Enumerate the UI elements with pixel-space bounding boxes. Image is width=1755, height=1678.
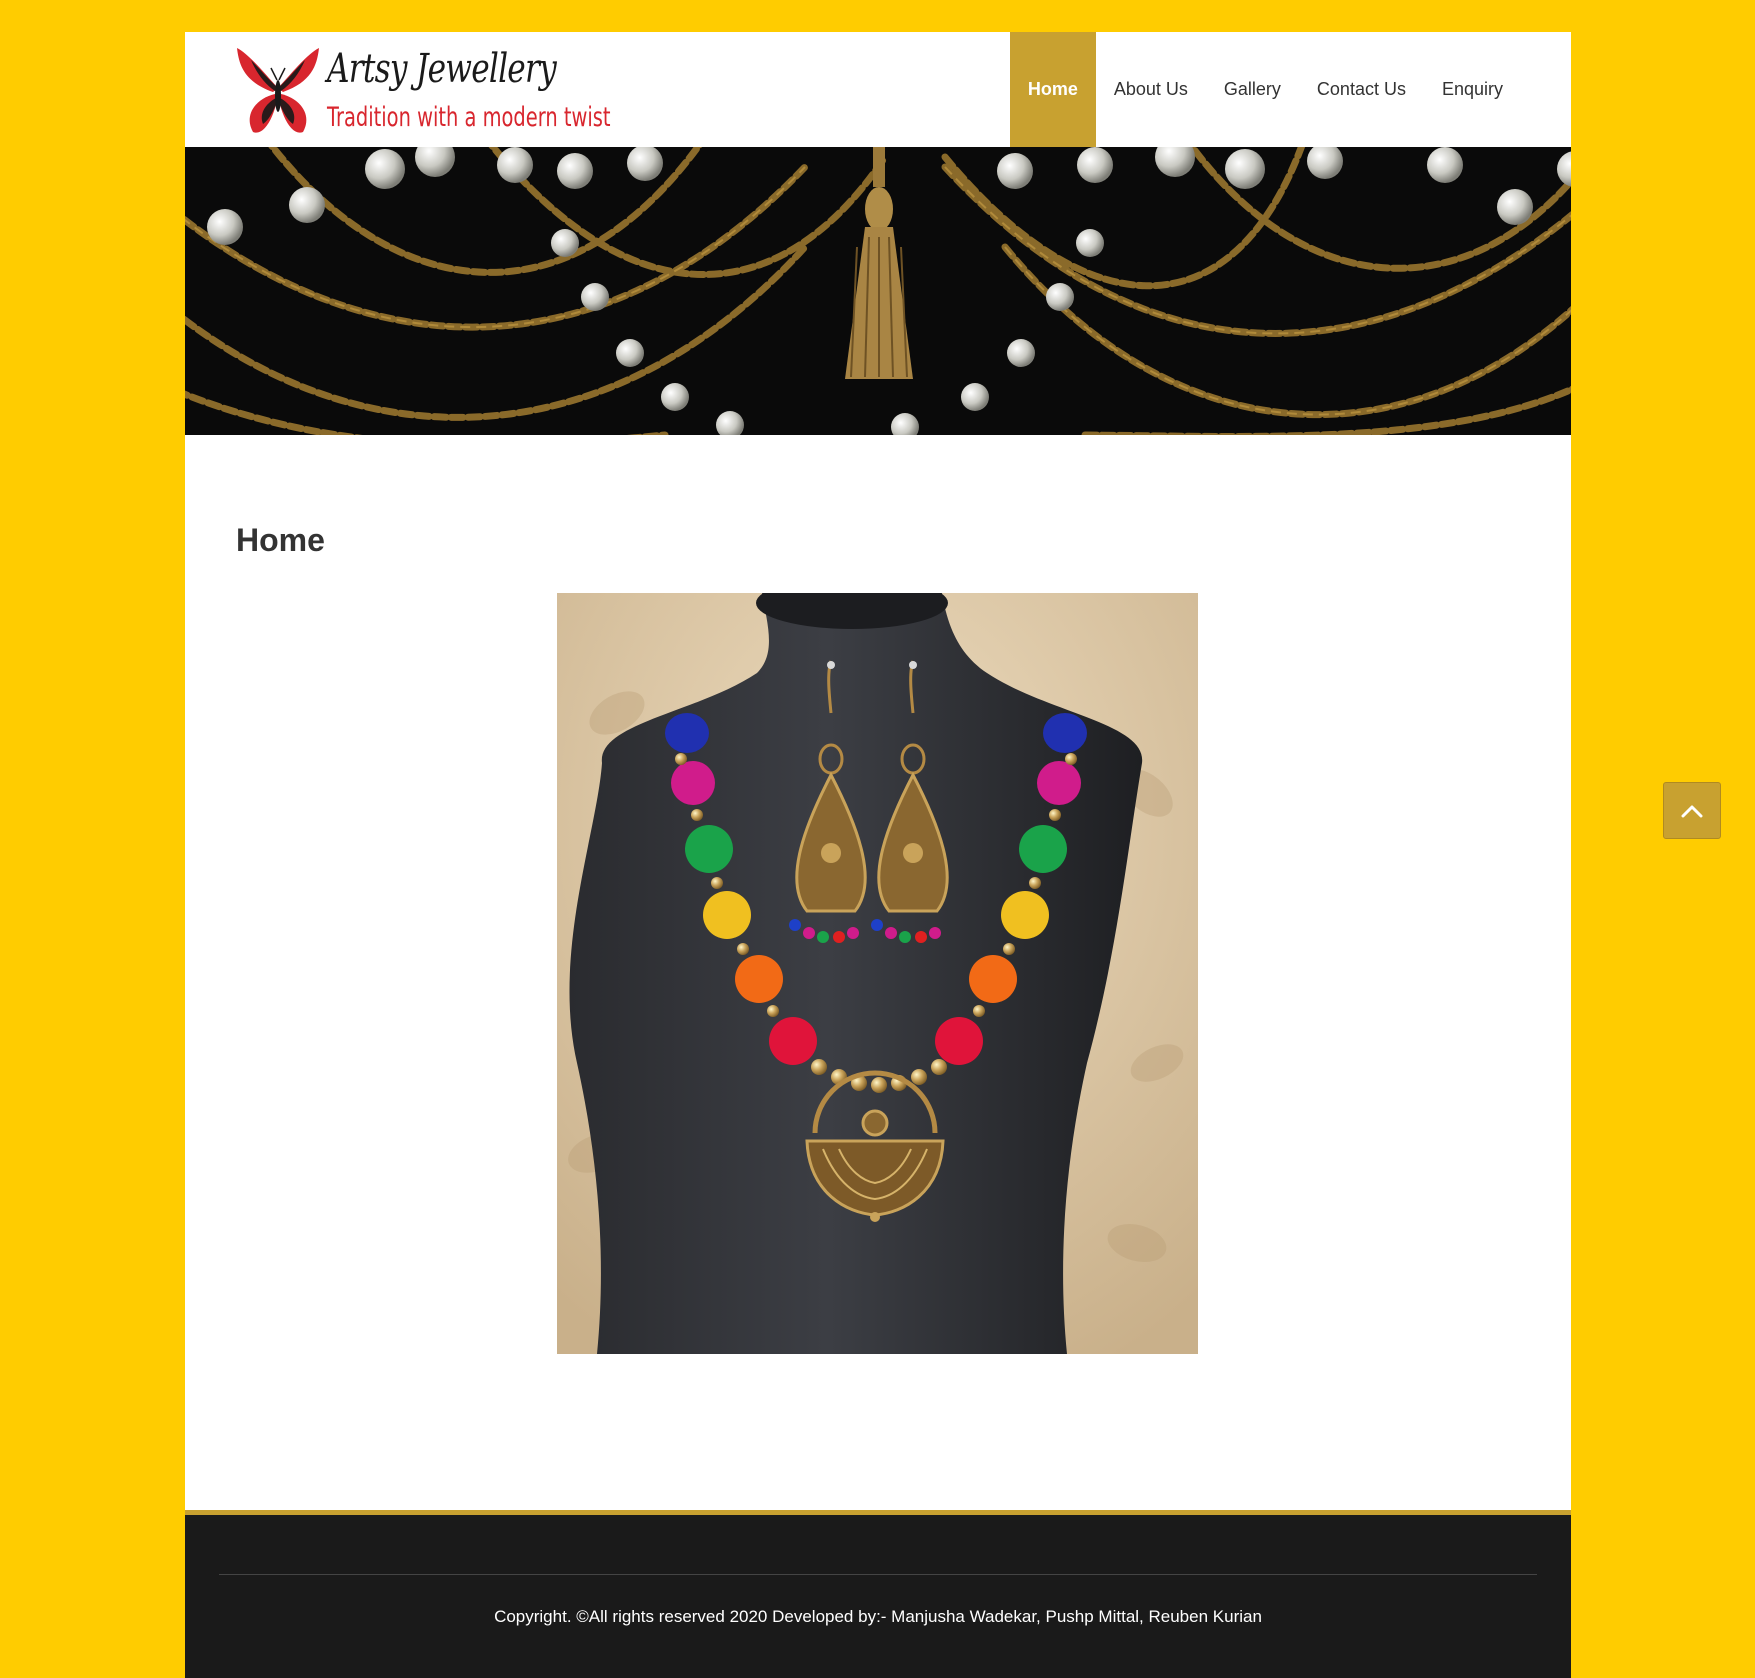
site-logo[interactable]: Artsy Jewellery Tradition with a modern … xyxy=(235,42,611,142)
brand-name: Artsy Jewellery xyxy=(327,46,557,92)
page-title: Home xyxy=(236,522,325,558)
footer-copyright: Copyright. ©All rights reserved 2020 Dev… xyxy=(494,1607,1262,1626)
site-header: Artsy Jewellery Tradition with a modern … xyxy=(185,32,1571,147)
nav-item-gallery[interactable]: Gallery xyxy=(1206,32,1299,147)
brand-tagline: Tradition with a modern twist xyxy=(327,102,611,133)
site-footer: Copyright. ©All rights reserved 2020 Dev… xyxy=(185,1510,1571,1678)
footer-divider xyxy=(219,1574,1537,1575)
site-container: Artsy Jewellery Tradition with a modern … xyxy=(185,32,1571,1678)
nav-item-contact-us[interactable]: Contact Us xyxy=(1299,32,1424,147)
chevron-up-icon xyxy=(1681,805,1703,817)
butterfly-icon xyxy=(237,48,319,133)
main-navigation: Home About Us Gallery Contact Us Enquiry xyxy=(1009,32,1521,147)
nav-item-enquiry[interactable]: Enquiry xyxy=(1424,32,1521,147)
header-banner-image xyxy=(185,147,1571,435)
nav-item-home[interactable]: Home xyxy=(1009,32,1096,147)
nav-item-about-us[interactable]: About Us xyxy=(1096,32,1206,147)
back-to-top-button[interactable] xyxy=(1663,782,1721,839)
product-photo xyxy=(557,593,1198,1354)
